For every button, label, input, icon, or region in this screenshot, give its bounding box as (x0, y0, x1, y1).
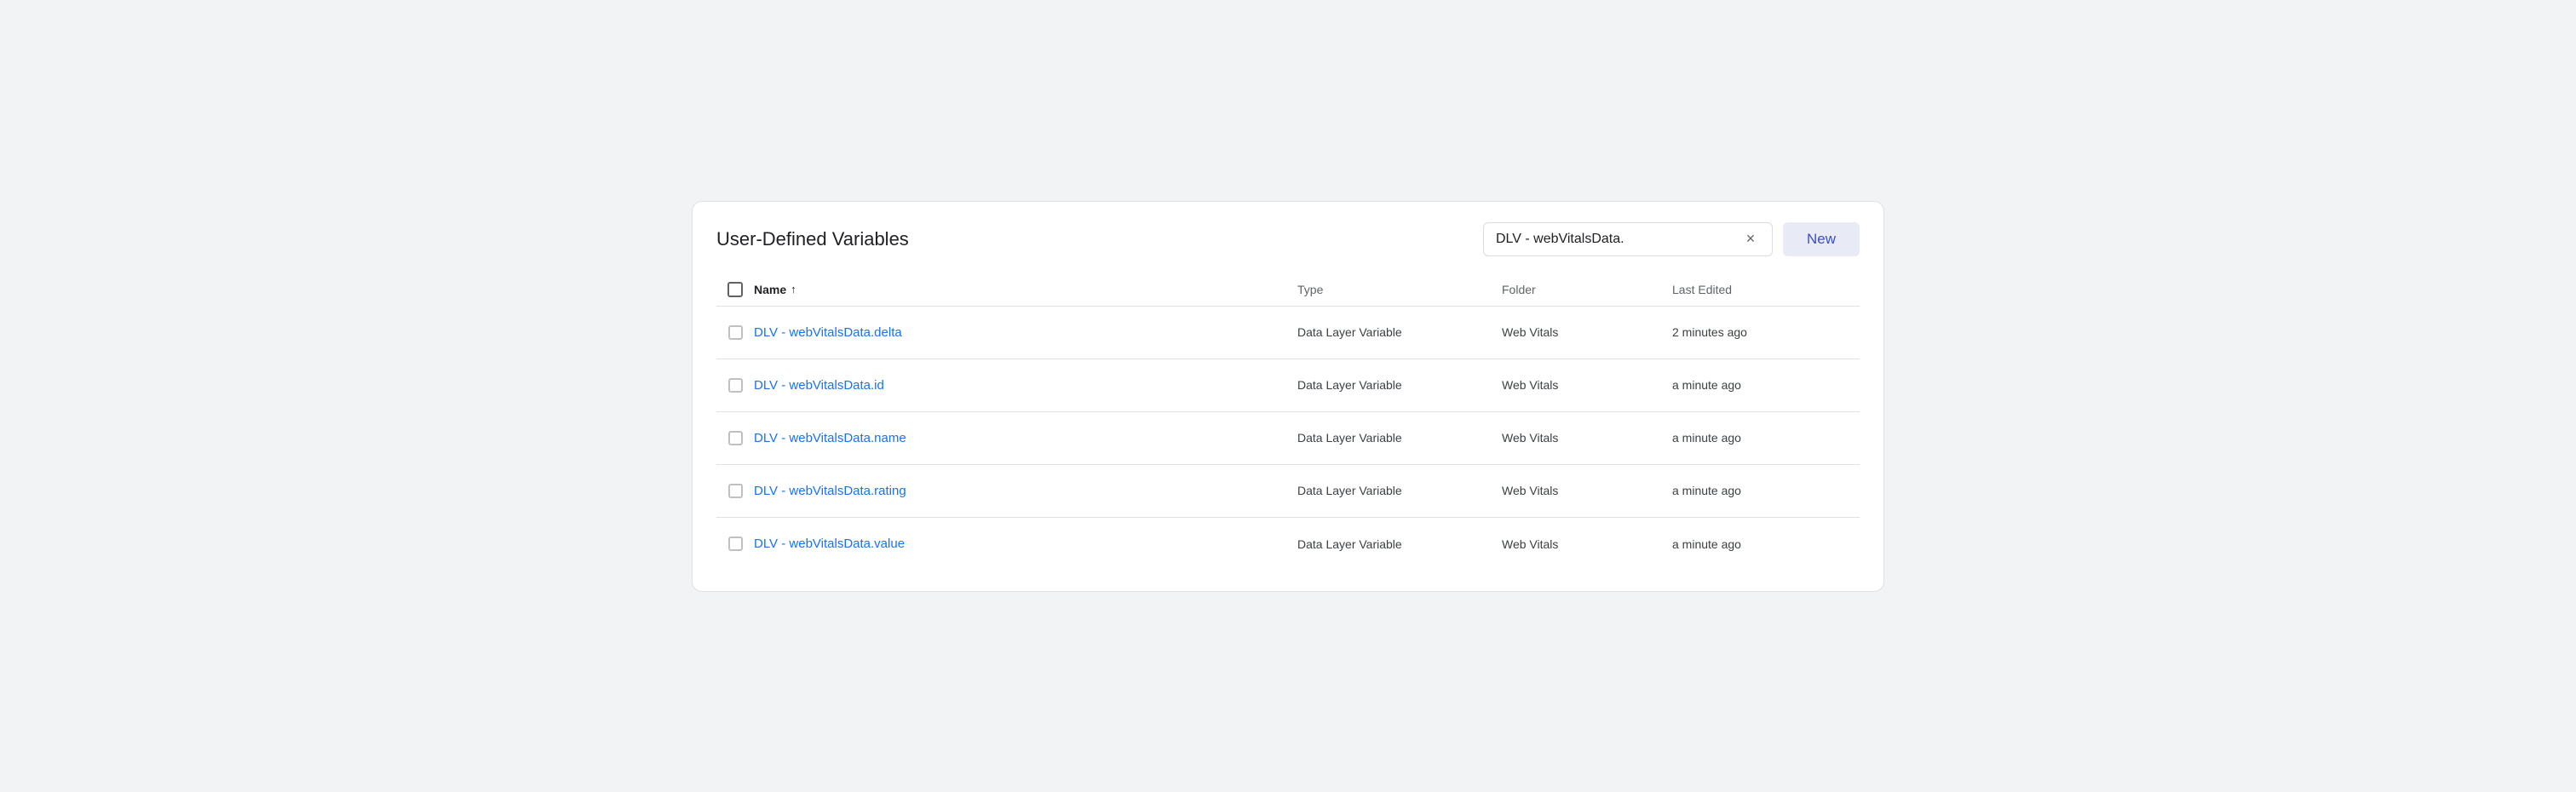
table-header: Name ↑ Type Folder Last Edited (716, 273, 1860, 307)
row-type-3: Data Layer Variable (1297, 484, 1502, 497)
row-checkbox-cell-0 (716, 325, 754, 340)
row-name-0[interactable]: DLV - webVitalsData.delta (754, 325, 1297, 340)
row-type-1: Data Layer Variable (1297, 378, 1502, 392)
new-button[interactable]: New (1783, 222, 1860, 256)
table-body: DLV - webVitalsData.delta Data Layer Var… (716, 307, 1860, 571)
main-panel: User-Defined Variables × New Name ↑ Type… (692, 201, 1884, 592)
search-box: × (1483, 222, 1773, 256)
row-edited-3: a minute ago (1672, 484, 1860, 497)
column-header-folder: Folder (1502, 283, 1672, 296)
row-folder-1: Web Vitals (1502, 378, 1672, 392)
table-wrapper: Name ↑ Type Folder Last Edited DLV - web… (693, 273, 1883, 591)
table-row: DLV - webVitalsData.value Data Layer Var… (716, 518, 1860, 571)
row-type-4: Data Layer Variable (1297, 537, 1502, 551)
row-checkbox-1[interactable] (728, 378, 743, 393)
column-name-label: Name (754, 283, 786, 296)
table-row: DLV - webVitalsData.name Data Layer Vari… (716, 412, 1860, 465)
row-checkbox-cell-3 (716, 484, 754, 498)
table-row: DLV - webVitalsData.delta Data Layer Var… (716, 307, 1860, 359)
sort-icon: ↑ (791, 283, 796, 296)
select-all-checkbox[interactable] (727, 282, 743, 297)
row-checkbox-3[interactable] (728, 484, 743, 498)
table-row: DLV - webVitalsData.rating Data Layer Va… (716, 465, 1860, 518)
row-checkbox-0[interactable] (728, 325, 743, 340)
column-header-last-edited: Last Edited (1672, 283, 1860, 296)
row-checkbox-cell-1 (716, 378, 754, 393)
row-checkbox-2[interactable] (728, 431, 743, 445)
header-actions: × New (1483, 222, 1860, 256)
row-folder-0: Web Vitals (1502, 325, 1672, 339)
row-name-3[interactable]: DLV - webVitalsData.rating (754, 484, 1297, 498)
search-input[interactable] (1496, 232, 1734, 247)
page-title: User-Defined Variables (716, 228, 909, 250)
row-edited-1: a minute ago (1672, 378, 1860, 392)
row-checkbox-4[interactable] (728, 537, 743, 551)
row-edited-0: 2 minutes ago (1672, 325, 1860, 339)
row-checkbox-cell-2 (716, 431, 754, 445)
column-header-name: Name ↑ (754, 283, 1297, 296)
row-type-2: Data Layer Variable (1297, 431, 1502, 445)
column-header-type: Type (1297, 283, 1502, 296)
header: User-Defined Variables × New (693, 202, 1883, 273)
table-row: DLV - webVitalsData.id Data Layer Variab… (716, 359, 1860, 412)
row-name-1[interactable]: DLV - webVitalsData.id (754, 378, 1297, 393)
row-edited-4: a minute ago (1672, 537, 1860, 551)
row-name-4[interactable]: DLV - webVitalsData.value (754, 537, 1297, 551)
row-checkbox-cell-4 (716, 537, 754, 551)
select-all-checkbox-cell (716, 282, 754, 297)
row-edited-2: a minute ago (1672, 431, 1860, 445)
row-folder-2: Web Vitals (1502, 431, 1672, 445)
row-name-2[interactable]: DLV - webVitalsData.name (754, 431, 1297, 445)
row-type-0: Data Layer Variable (1297, 325, 1502, 339)
row-folder-4: Web Vitals (1502, 537, 1672, 551)
search-clear-button[interactable]: × (1741, 230, 1760, 249)
row-folder-3: Web Vitals (1502, 484, 1672, 497)
